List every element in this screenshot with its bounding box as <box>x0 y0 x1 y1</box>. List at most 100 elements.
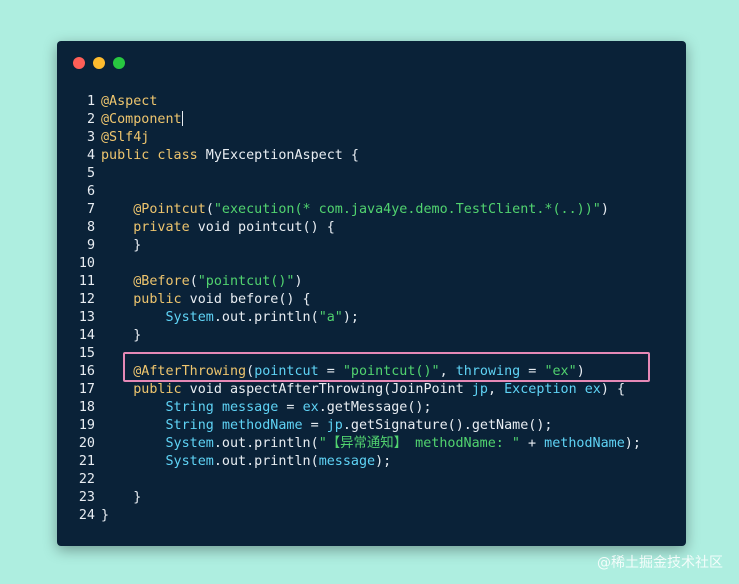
code-token: jp <box>326 418 343 433</box>
line-source: System.out.println("【异常通知】 methodName: "… <box>95 435 641 453</box>
line-source: @AfterThrowing(pointcut = "pointcut()", … <box>95 363 585 381</box>
code-token: + <box>519 436 545 451</box>
line-number: 1 <box>86 94 95 109</box>
code-token: Exception <box>504 382 577 397</box>
code-line: 10 <box>57 255 686 273</box>
code-line: 22 <box>57 471 686 489</box>
code-token: ex <box>302 400 319 415</box>
code-token: ) <box>294 274 303 289</box>
watermark: @稀土掘金技术社区 <box>597 555 723 571</box>
code-token: methodName <box>544 436 625 451</box>
code-token: public <box>133 292 182 307</box>
code-token: @Before <box>133 274 190 289</box>
line-number: 13 <box>78 310 95 325</box>
line-number: 3 <box>86 130 95 145</box>
window-controls <box>73 57 125 69</box>
code-token: = <box>302 418 327 433</box>
line-source: @Pointcut("execution(* com.java4ye.demo.… <box>95 201 609 219</box>
line-number: 20 <box>78 436 95 451</box>
code-token: } <box>101 328 142 343</box>
line-source: System.out.println(message); <box>95 453 392 471</box>
code-token: public class <box>101 148 198 163</box>
code-line: 1 @Aspect <box>57 93 686 111</box>
code-token: .out.println( <box>213 436 319 451</box>
code-token: .out.println( <box>213 454 319 469</box>
code-token: public <box>133 382 182 397</box>
code-token: methodName <box>221 418 303 433</box>
code-block[interactable]: 1 @Aspect 2 @Component 3 @Slf4j 4 public class … <box>57 93 686 525</box>
code-token: } <box>101 238 142 253</box>
code-line: 2 @Component <box>57 111 686 129</box>
code-line: 24} <box>57 507 686 525</box>
code-token: pointcut <box>254 364 319 379</box>
code-token: System <box>165 310 214 325</box>
close-dot-icon[interactable] <box>73 57 85 69</box>
code-token: "execution(* com.java4ye.demo.TestClient… <box>213 202 601 217</box>
code-line: 23 } <box>57 489 686 507</box>
code-token: @Pointcut <box>133 202 206 217</box>
line-number: 23 <box>78 490 95 505</box>
code-line: 14 } <box>57 327 686 345</box>
code-token: .getMessage(); <box>318 400 432 415</box>
line-number: 16 <box>78 364 95 379</box>
line-source: } <box>95 507 109 525</box>
code-token: , <box>487 382 505 397</box>
line-source: } <box>95 489 141 507</box>
code-token: .out.println( <box>213 310 319 325</box>
line-number: 6 <box>86 184 95 199</box>
line-source: public void aspectAfterThrowing(JoinPoin… <box>95 381 625 399</box>
code-token: throwing <box>455 364 521 379</box>
code-token: ( <box>246 364 255 379</box>
code-token: "ex" <box>544 364 577 379</box>
code-token: ( <box>189 274 198 289</box>
code-token: System <box>165 436 214 451</box>
line-number: 11 <box>78 274 95 289</box>
code-token: void pointcut() { <box>189 220 335 235</box>
line-number: 10 <box>78 256 95 271</box>
code-token: , <box>439 364 456 379</box>
line-source: @Slf4j <box>95 129 149 147</box>
code-token: ( <box>205 202 214 217</box>
code-line: 3 @Slf4j <box>57 129 686 147</box>
line-number: 17 <box>78 382 95 397</box>
code-line: 16 @AfterThrowing(pointcut = "pointcut()… <box>57 363 686 381</box>
line-source: public class MyExceptionAspect { <box>95 147 359 165</box>
line-source: @Before("pointcut()") <box>95 273 303 291</box>
line-source: System.out.println("a"); <box>95 309 360 327</box>
code-token: "【异常通知】 methodName: " <box>318 436 520 451</box>
code-token: @Component <box>101 112 182 127</box>
code-token: String <box>165 418 214 433</box>
line-number: 14 <box>78 328 95 343</box>
code-token: String <box>165 400 214 415</box>
code-line: 7 @Pointcut("execution(* com.java4ye.dem… <box>57 201 686 219</box>
code-token: = <box>278 400 303 415</box>
line-number: 24 <box>78 508 95 523</box>
code-token: @Aspect <box>101 94 158 109</box>
code-line: 12 public void before() { <box>57 291 686 309</box>
code-token: ) { <box>600 382 626 397</box>
maximize-dot-icon[interactable] <box>113 57 125 69</box>
minimize-dot-icon[interactable] <box>93 57 105 69</box>
code-line: 19 String methodName = jp.getSignature()… <box>57 417 686 435</box>
code-token: MyExceptionAspect { <box>197 148 359 163</box>
code-line: 18 String message = ex.getMessage(); <box>57 399 686 417</box>
code-token: } <box>101 490 142 505</box>
code-token: "a" <box>318 310 343 325</box>
code-token: ) <box>576 364 585 379</box>
code-token: @AfterThrowing <box>133 364 247 379</box>
code-token: ex <box>584 382 601 397</box>
line-number: 4 <box>86 148 95 163</box>
code-token: void aspectAfterThrowing(JoinPoint <box>181 382 472 397</box>
code-token: @Slf4j <box>101 130 150 145</box>
